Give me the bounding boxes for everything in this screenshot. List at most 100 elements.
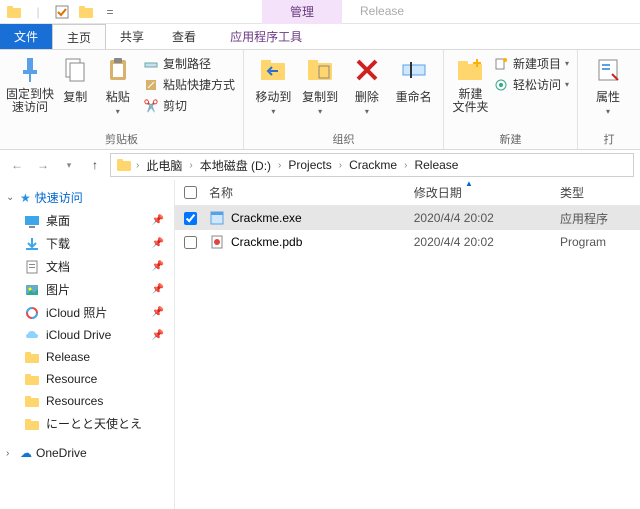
cut-label: 剪切: [163, 97, 187, 114]
copy-to-label: 复制到: [302, 88, 338, 105]
back-button[interactable]: ←: [6, 154, 28, 176]
ribbon-tabs: 文件 主页 共享 查看 应用程序工具: [0, 24, 640, 49]
chevron-down-icon: ▾: [606, 107, 610, 116]
sidebar-item[interactable]: Resource: [2, 368, 172, 390]
exe-file-icon: [209, 210, 225, 226]
sidebar-item[interactable]: iCloud Drive📌: [2, 324, 172, 346]
row-checkbox[interactable]: [175, 212, 205, 225]
properties-button[interactable]: 属性 ▾: [584, 52, 632, 130]
sidebar-item[interactable]: Resources: [2, 390, 172, 412]
sidebar-item-label: 文档: [46, 258, 70, 275]
paste-shortcut-button[interactable]: 粘贴快捷方式: [141, 75, 237, 94]
pin-icon: 📌: [152, 215, 164, 226]
select-all-checkbox[interactable]: [175, 186, 205, 199]
quick-access-label: 快速访问: [35, 189, 83, 206]
breadcrumb[interactable]: › 此电脑 › 本地磁盘 (D:) › Projects › Crackme ›…: [110, 153, 634, 177]
breadcrumb-segment[interactable]: Projects: [282, 158, 337, 172]
sidebar-item-label: 下载: [46, 235, 70, 252]
column-name[interactable]: 名称: [205, 184, 414, 201]
titlebar: | = 管理 Release: [0, 0, 640, 24]
column-type[interactable]: 类型: [560, 184, 640, 201]
tab-share[interactable]: 共享: [106, 24, 158, 49]
navigation-pane[interactable]: ⌄ ★ 快速访问 桌面📌下载📌文档📌图片📌iCloud 照片📌iCloud Dr…: [0, 180, 175, 509]
qat-separator: |: [29, 3, 47, 21]
quick-access-header[interactable]: ⌄ ★ 快速访问: [2, 186, 172, 209]
forward-button[interactable]: →: [32, 154, 54, 176]
new-item-icon: [493, 56, 509, 72]
pdb-file-icon: [209, 234, 225, 250]
checkbox-icon[interactable]: [53, 3, 71, 21]
row-checkbox[interactable]: [175, 236, 205, 249]
file-row[interactable]: Crackme.exe 2020/4/4 20:02应用程序: [175, 206, 640, 230]
column-headers[interactable]: ▲ 名称 修改日期 类型: [175, 180, 640, 206]
delete-icon: [351, 54, 383, 86]
document-icon: [24, 259, 40, 275]
folder-icon: [24, 371, 40, 387]
paste-shortcut-label: 粘贴快捷方式: [163, 76, 235, 93]
group-organize-label: 组织: [244, 130, 443, 149]
folder-icon: [24, 416, 40, 432]
star-icon: ★: [20, 191, 31, 205]
history-dropdown[interactable]: ▾: [58, 154, 80, 176]
copy-button[interactable]: 复制: [54, 52, 96, 130]
sidebar-item[interactable]: 下载📌: [2, 232, 172, 255]
nav-bar: ← → ▾ ↑ › 此电脑 › 本地磁盘 (D:) › Projects › C…: [0, 150, 640, 180]
sidebar-item-label: Resources: [46, 394, 103, 408]
new-folder-icon: [454, 54, 486, 86]
pin-icon: 📌: [152, 284, 164, 295]
pin-icon: 📌: [152, 307, 164, 318]
chevron-down-icon: ▾: [565, 80, 569, 89]
file-name: Crackme.exe: [231, 211, 302, 225]
delete-button[interactable]: 删除 ▾: [344, 52, 391, 130]
sidebar-item-label: iCloud Drive: [46, 328, 111, 342]
chevron-down-icon: ▾: [116, 107, 120, 116]
breadcrumb-segment[interactable]: Release: [408, 158, 464, 172]
pin-quick-access-button[interactable]: 固定到快 速访问: [6, 52, 54, 130]
new-item-button[interactable]: 新建项目 ▾: [491, 54, 571, 73]
tab-view[interactable]: 查看: [158, 24, 210, 49]
sidebar-item[interactable]: Release: [2, 346, 172, 368]
breadcrumb-segment[interactable]: 此电脑: [140, 157, 188, 174]
up-button[interactable]: ↑: [84, 154, 106, 176]
delete-label: 删除: [355, 88, 379, 105]
scissors-icon: ✂️: [143, 98, 159, 114]
onedrive-header[interactable]: › ☁ OneDrive: [2, 443, 172, 463]
icloud-icon: [24, 327, 40, 343]
qat-dropdown-icon[interactable]: =: [101, 3, 119, 21]
sidebar-item[interactable]: にーとと天使とえ: [2, 412, 172, 435]
sidebar-item[interactable]: 桌面📌: [2, 209, 172, 232]
tab-home[interactable]: 主页: [52, 24, 106, 49]
group-clipboard: 固定到快 速访问 复制 粘贴 ▾ 复制路径 粘贴快捷方式: [0, 50, 244, 149]
easy-access-button[interactable]: 轻松访问 ▾: [491, 75, 571, 94]
cut-button[interactable]: ✂️ 剪切: [141, 96, 237, 115]
folder-icon[interactable]: [77, 3, 95, 21]
sidebar-item[interactable]: iCloud 照片📌: [2, 301, 172, 324]
sidebar-item-label: 图片: [46, 281, 70, 298]
folder-icon: [115, 156, 133, 174]
copy-to-icon: [304, 54, 336, 86]
file-row[interactable]: Crackme.pdb2020/4/4 20:02Program: [175, 230, 640, 254]
chevron-down-icon: ▾: [365, 107, 369, 116]
new-folder-button[interactable]: 新建 文件夹: [450, 52, 491, 130]
rename-button[interactable]: 重命名: [390, 52, 437, 130]
group-clipboard-label: 剪贴板: [0, 130, 243, 149]
breadcrumb-segment[interactable]: Crackme: [343, 158, 403, 172]
paste-button[interactable]: 粘贴 ▾: [96, 52, 138, 130]
file-date: 2020/4/4 20:02: [414, 211, 560, 225]
copy-path-button[interactable]: 复制路径: [141, 54, 237, 73]
column-date[interactable]: 修改日期: [414, 184, 560, 201]
group-open: 属性 ▾ 打: [578, 50, 640, 149]
sidebar-item[interactable]: 文档📌: [2, 255, 172, 278]
new-item-label: 新建项目: [513, 55, 561, 72]
tab-app-tools[interactable]: 应用程序工具: [216, 24, 316, 49]
chevron-down-icon: ▾: [271, 107, 275, 116]
copy-path-label: 复制路径: [163, 55, 211, 72]
breadcrumb-segment[interactable]: 本地磁盘 (D:): [194, 157, 277, 174]
tab-file[interactable]: 文件: [0, 24, 52, 49]
copy-to-button[interactable]: 复制到 ▾: [297, 52, 344, 130]
file-type: 应用程序: [560, 210, 640, 227]
group-organize: 移动到 ▾ 复制到 ▾ 删除 ▾ 重命名 组织: [244, 50, 444, 149]
move-to-button[interactable]: 移动到 ▾: [250, 52, 297, 130]
folder-icon: [24, 393, 40, 409]
sidebar-item[interactable]: 图片 📌: [2, 278, 172, 301]
